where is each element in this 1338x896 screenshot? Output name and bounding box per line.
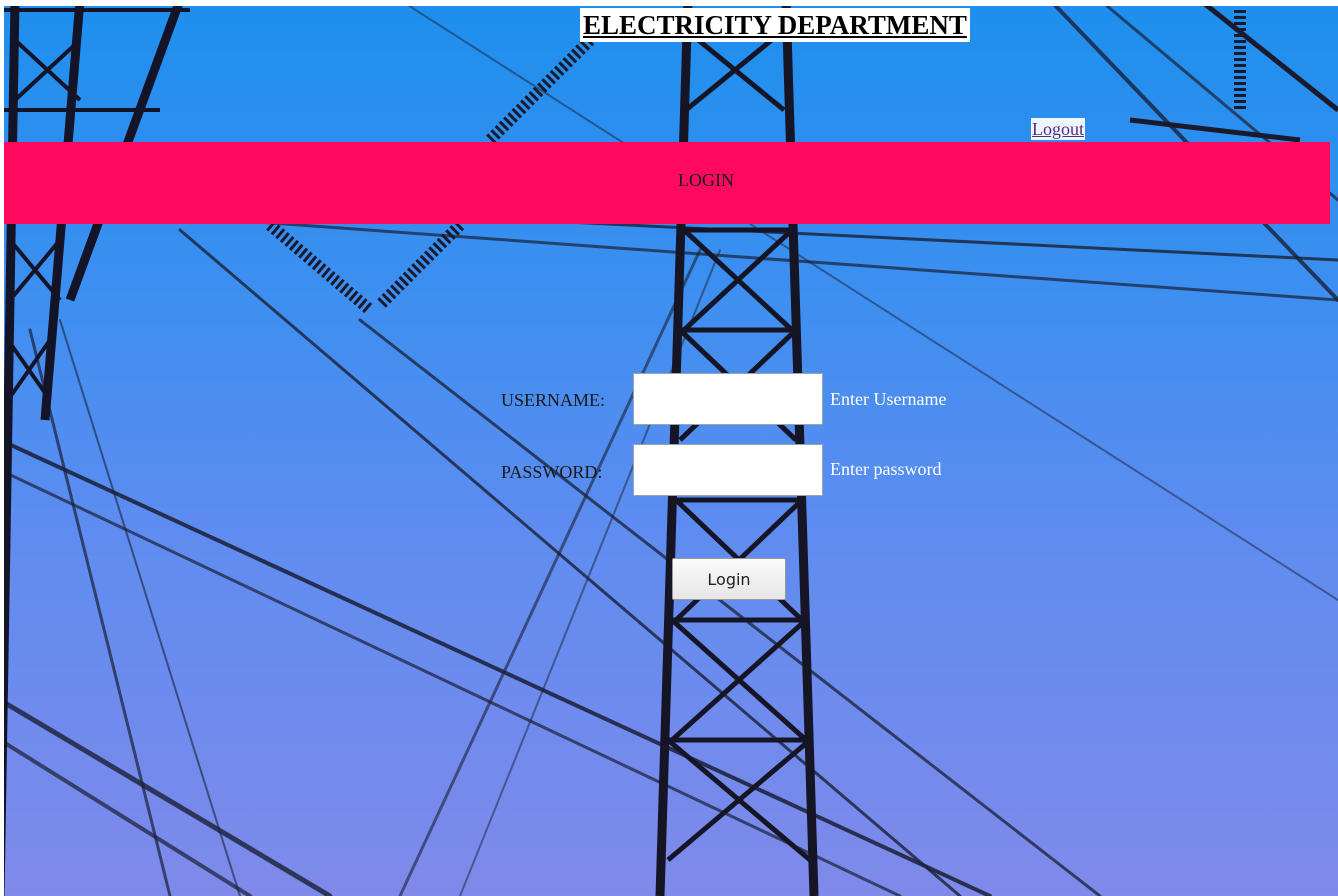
- banner-title: LOGIN: [678, 170, 734, 190]
- username-hint: Enter Username: [830, 389, 947, 409]
- login-banner: LOGIN: [4, 142, 1330, 224]
- username-label: USERNAME:: [501, 390, 606, 410]
- logout-link[interactable]: Logout: [1031, 118, 1085, 140]
- username-input[interactable]: [633, 373, 823, 425]
- header-title-box: ELECTRICITY DEPARTMENT: [580, 8, 970, 42]
- password-input[interactable]: [633, 444, 823, 496]
- page-title: ELECTRICITY DEPARTMENT: [583, 10, 967, 40]
- password-label: PASSWORD:: [501, 462, 603, 482]
- login-button[interactable]: Login: [672, 558, 786, 600]
- password-hint: Enter password: [830, 459, 942, 479]
- login-page: ELECTRICITY DEPARTMENT Logout LOGIN USER…: [0, 0, 1338, 896]
